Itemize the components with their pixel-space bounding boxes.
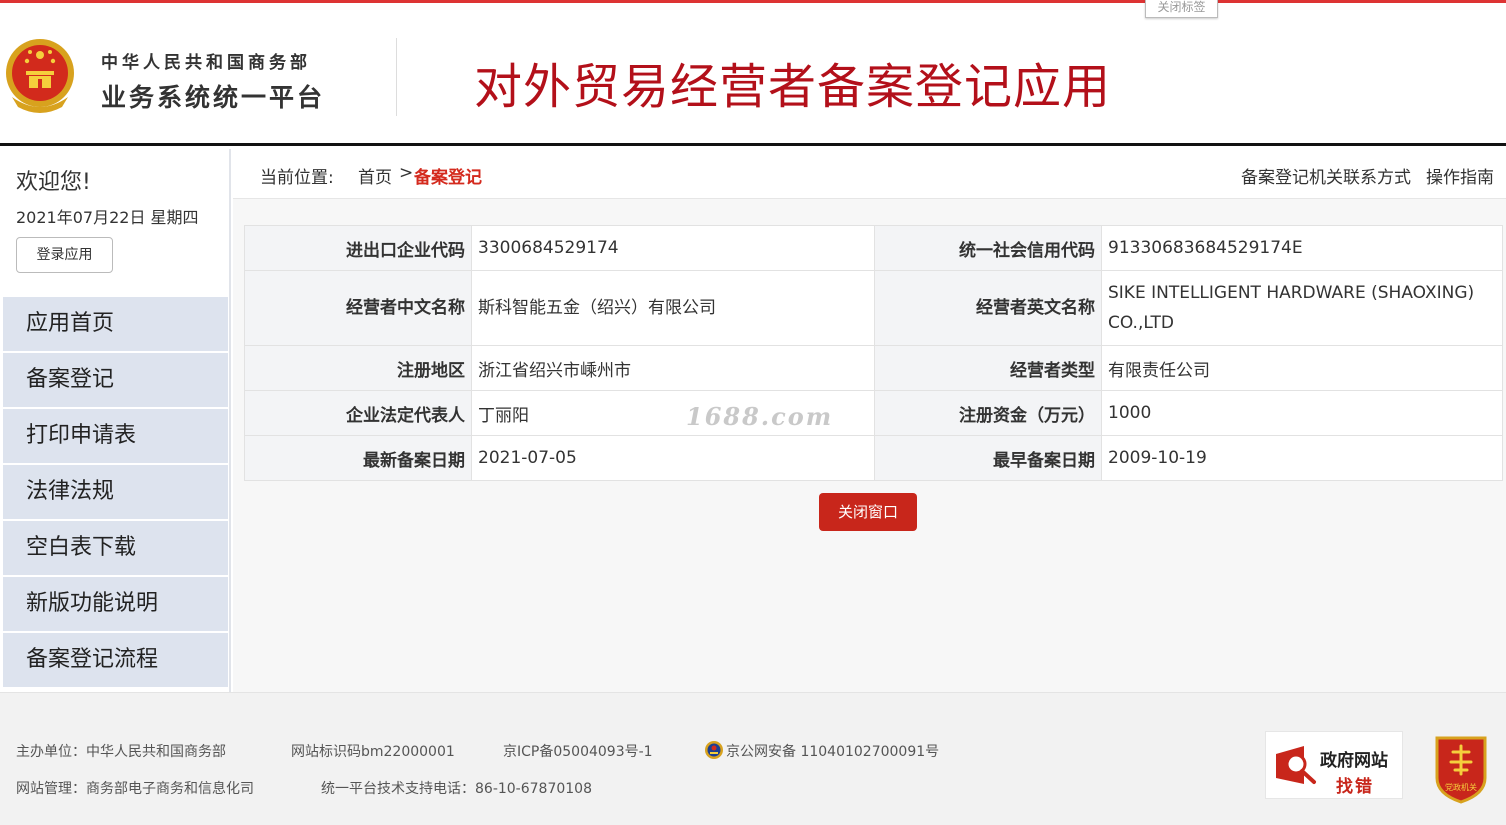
operation-guide-link[interactable]: 操作指南 bbox=[1426, 163, 1494, 188]
field-value: 1000 bbox=[1101, 390, 1503, 436]
table-row: 经营者中文名称 斯科智能五金（绍兴）有限公司 经营者英文名称 SIKE INTE… bbox=[244, 270, 1503, 346]
login-app-button[interactable]: 登录应用 bbox=[16, 237, 113, 273]
sidebar: 欢迎您! 2021年07月22日 星期四 登录应用 应用首页 备案登记 打印申请… bbox=[0, 149, 231, 692]
field-value: 91330683684529174E bbox=[1101, 225, 1503, 271]
sidebar-item-laws[interactable]: 法律法规 bbox=[3, 465, 228, 519]
field-value: 斯科智能五金（绍兴）有限公司 bbox=[471, 270, 875, 346]
sidebar-item-process[interactable]: 备案登记流程 bbox=[3, 633, 228, 687]
sidebar-menu: 应用首页 备案登记 打印申请表 法律法规 空白表下载 新版功能说明 备案登记流程 bbox=[3, 297, 228, 689]
field-value: 浙江省绍兴市嵊州市 bbox=[471, 345, 875, 391]
gov-badge-subtitle: 找错 bbox=[1336, 777, 1374, 797]
field-label: 统一社会信用代码 bbox=[874, 225, 1102, 271]
main-content: 当前位置: 首页 > 备案登记 备案登记机关联系方式 操作指南 进出口企业代码 … bbox=[233, 149, 1506, 692]
header-divider bbox=[396, 38, 397, 116]
footer-support-phone: 统一平台技术支持电话：86-10-67870108 bbox=[321, 781, 592, 797]
party-government-badge-icon[interactable]: 党政机关 bbox=[1431, 734, 1491, 804]
footer-police-link[interactable]: 京公网安备 11040102700091号 bbox=[726, 741, 939, 761]
field-label: 经营者中文名称 bbox=[244, 270, 472, 346]
breadcrumb: 当前位置: 首页 > 备案登记 备案登记机关联系方式 操作指南 bbox=[233, 149, 1506, 199]
breadcrumb-current: 备案登记 bbox=[414, 168, 482, 188]
magnifier-icon bbox=[1276, 746, 1316, 784]
field-label: 最新备案日期 bbox=[244, 435, 472, 481]
field-label: 经营者类型 bbox=[874, 345, 1102, 391]
page-header: 中华人民共和国商务部 业务系统统一平台 对外贸易经营者备案登记应用 bbox=[0, 3, 1506, 146]
close-tag-button[interactable]: 关闭标签 bbox=[1145, 0, 1218, 18]
field-value: 有限责任公司 bbox=[1101, 345, 1503, 391]
footer-icp-link[interactable]: 京ICP备05004093号-1 bbox=[503, 741, 653, 761]
breadcrumb-separator: > bbox=[399, 163, 414, 183]
current-date: 2021年07月22日 星期四 bbox=[16, 208, 199, 227]
sidebar-item-home[interactable]: 应用首页 bbox=[3, 297, 228, 351]
app-title: 对外贸易经营者备案登记应用 bbox=[474, 59, 1112, 115]
table-row: 最新备案日期 2021-07-05 最早备案日期 2009-10-19 bbox=[244, 435, 1503, 481]
field-label: 进出口企业代码 bbox=[244, 225, 472, 271]
field-value: 2009-10-19 bbox=[1101, 435, 1503, 481]
sidebar-item-new-features[interactable]: 新版功能说明 bbox=[3, 577, 228, 631]
field-label: 经营者英文名称 bbox=[874, 270, 1102, 346]
sidebar-item-print-form[interactable]: 打印申请表 bbox=[3, 409, 228, 463]
watermark-1688: 1688.com bbox=[686, 402, 834, 431]
page-footer: 主办单位：中华人民共和国商务部 网站标识码bm22000001 京ICP备050… bbox=[0, 692, 1506, 825]
contact-info-link[interactable]: 备案登记机关联系方式 bbox=[1241, 163, 1411, 188]
table-row: 注册地区 浙江省绍兴市嵊州市 经营者类型 有限责任公司 bbox=[244, 345, 1503, 391]
sidebar-item-registration[interactable]: 备案登记 bbox=[3, 353, 228, 407]
breadcrumb-home-link[interactable]: 首页 bbox=[358, 163, 392, 188]
field-value: 2021-07-05 bbox=[471, 435, 875, 481]
welcome-text: 欢迎您! bbox=[16, 170, 91, 195]
gov-badge-title: 政府网站 bbox=[1320, 751, 1388, 771]
field-value: SIKE INTELLIGENT HARDWARE (SHAOXING) CO.… bbox=[1101, 270, 1503, 346]
close-window-button[interactable]: 关闭窗口 bbox=[819, 493, 917, 531]
national-emblem-icon bbox=[6, 39, 74, 113]
police-badge-icon bbox=[705, 741, 723, 759]
platform-name: 业务系统统一平台 bbox=[101, 83, 326, 112]
record-details-table: 进出口企业代码 3300684529174 统一社会信用代码 913306836… bbox=[244, 225, 1503, 481]
footer-sponsor: 主办单位：中华人民共和国商务部 bbox=[16, 744, 226, 760]
ministry-name: 中华人民共和国商务部 bbox=[101, 53, 311, 73]
party-badge-label: 党政机关 bbox=[1445, 782, 1477, 792]
field-label: 注册地区 bbox=[244, 345, 472, 391]
gov-website-error-report-link[interactable]: 政府网站 找错 bbox=[1265, 731, 1403, 799]
field-label: 最早备案日期 bbox=[874, 435, 1102, 481]
table-row: 进出口企业代码 3300684529174 统一社会信用代码 913306836… bbox=[244, 225, 1503, 271]
field-label: 企业法定代表人 bbox=[244, 390, 472, 436]
field-value: 3300684529174 bbox=[471, 225, 875, 271]
breadcrumb-label: 当前位置: bbox=[260, 168, 334, 188]
sidebar-item-blank-forms[interactable]: 空白表下载 bbox=[3, 521, 228, 575]
footer-site-code: 网站标识码bm22000001 bbox=[291, 744, 455, 760]
footer-manager: 网站管理：商务部电子商务和信息化司 bbox=[16, 781, 254, 797]
table-row: 企业法定代表人 丁丽阳 注册资金（万元） 1000 bbox=[244, 390, 1503, 436]
field-label: 注册资金（万元） bbox=[874, 390, 1102, 436]
